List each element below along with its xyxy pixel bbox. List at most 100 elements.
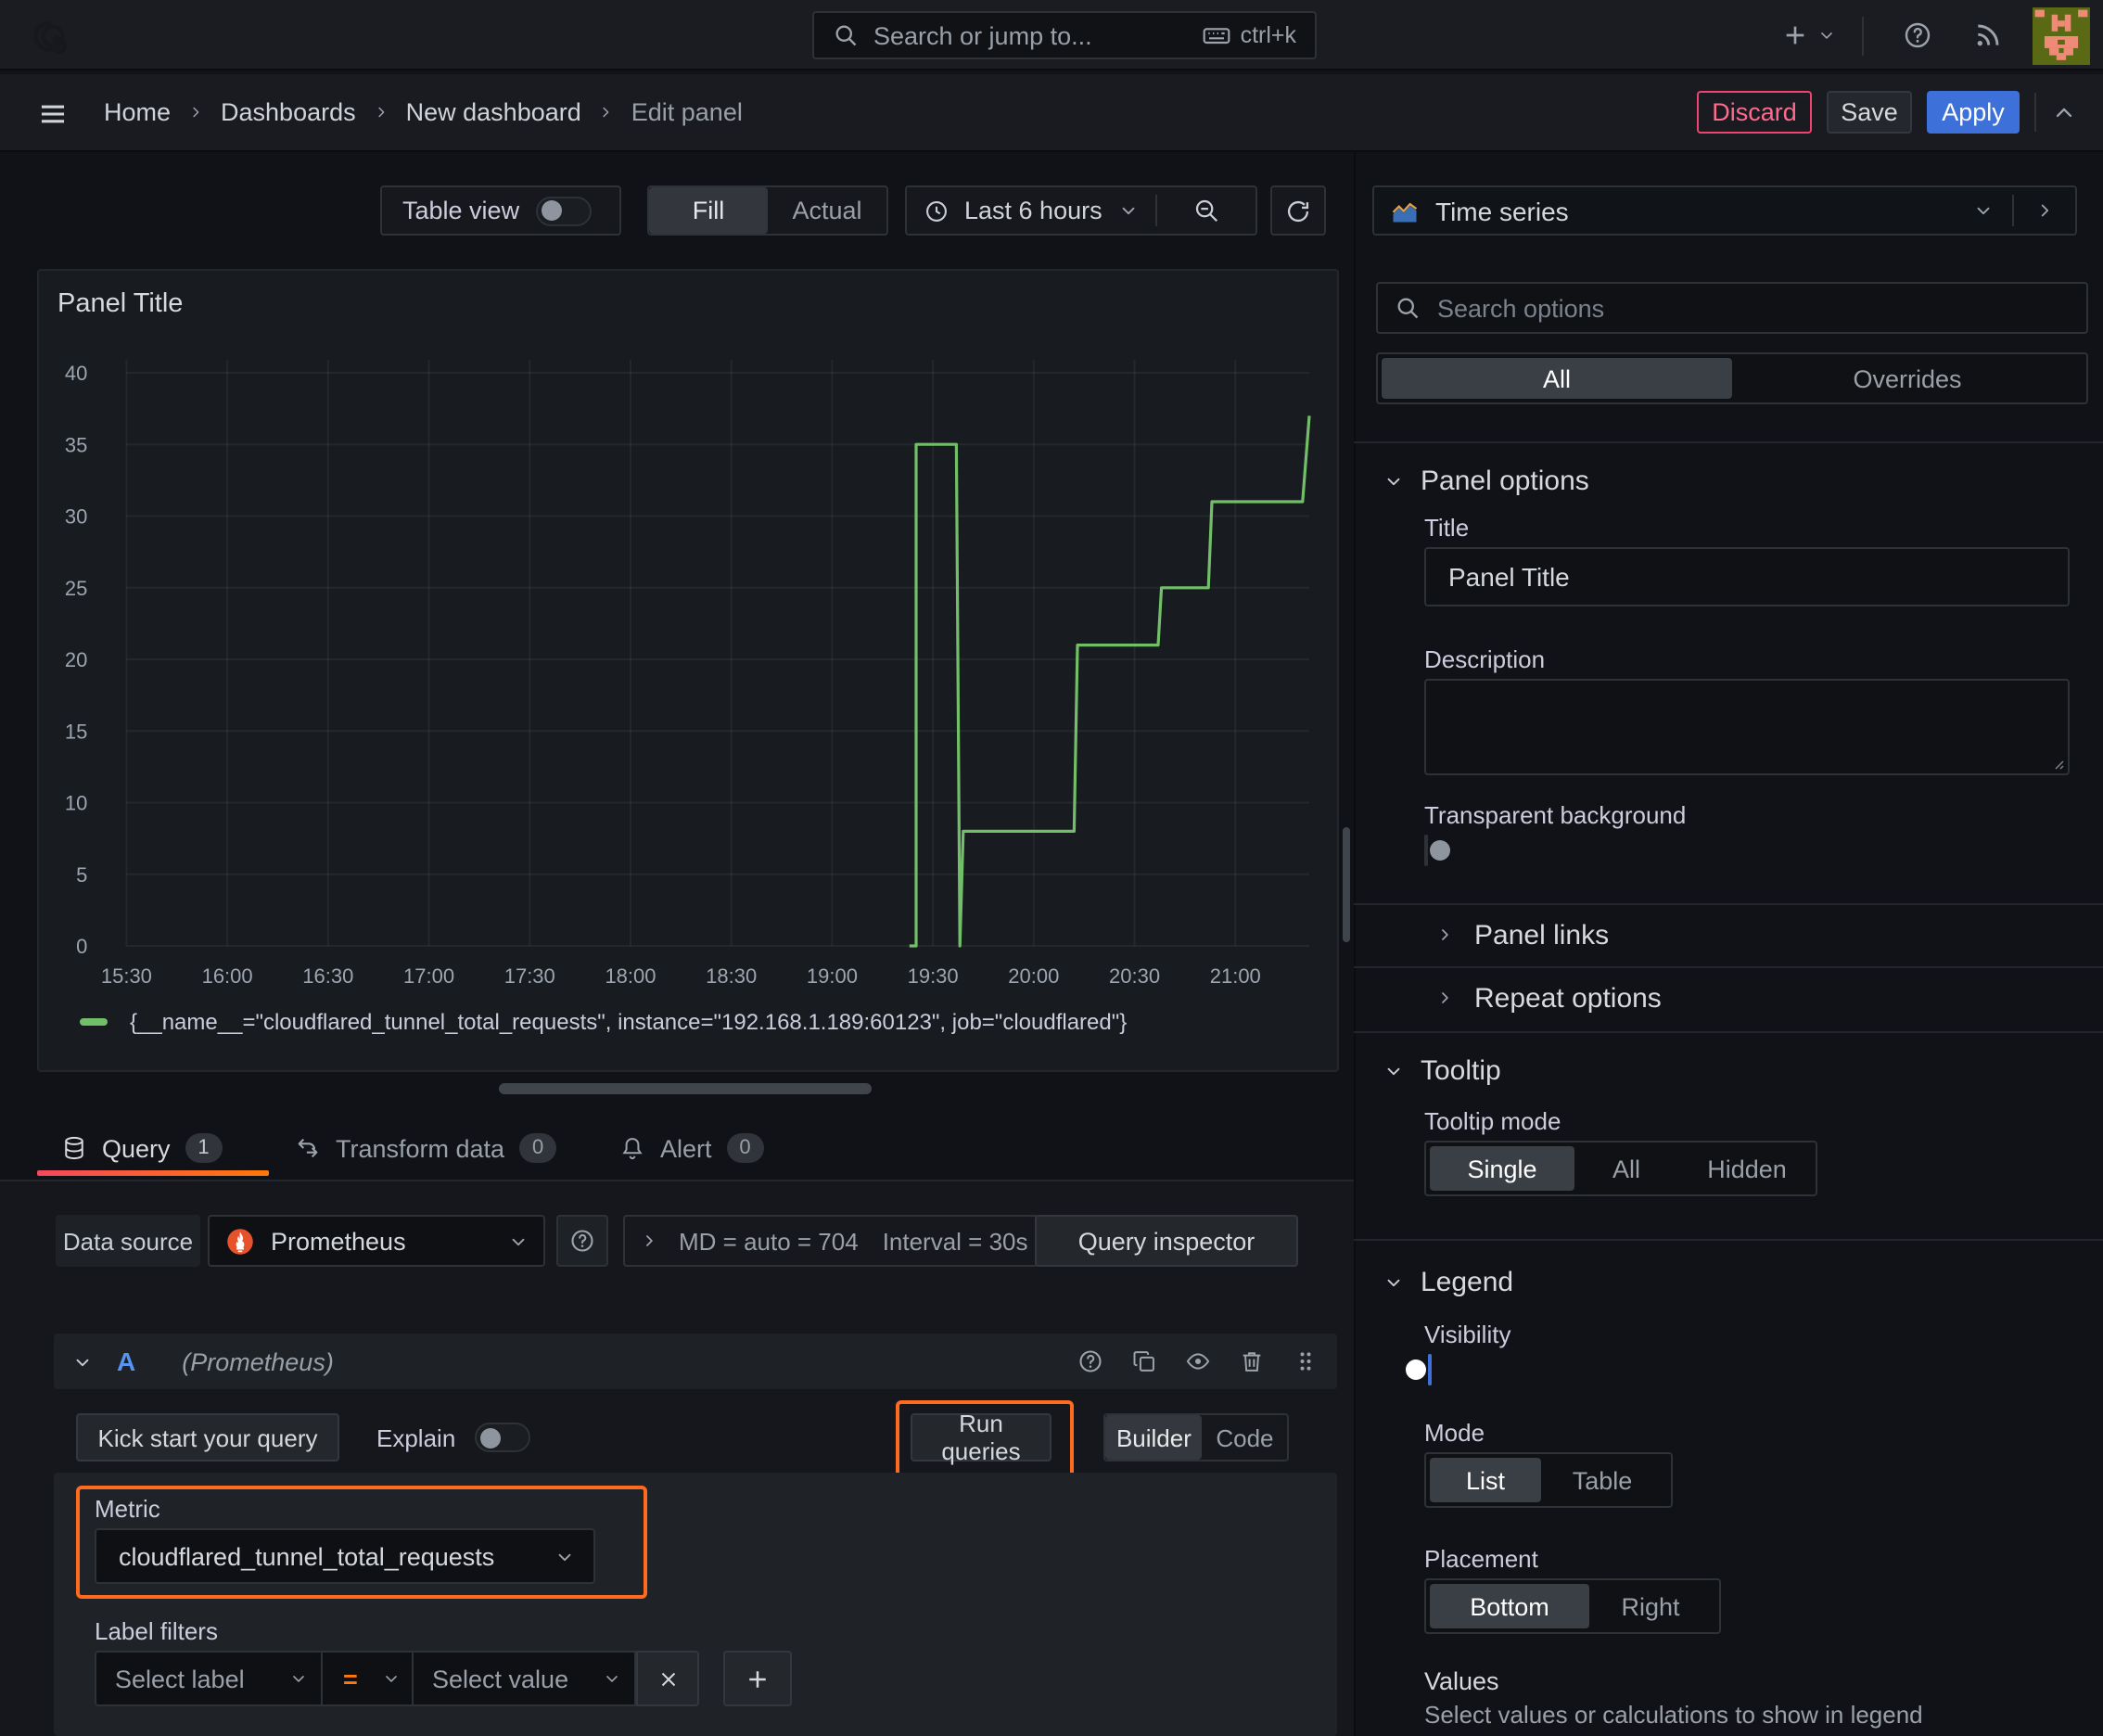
datasource-label: Data source — [62, 1227, 194, 1255]
legend-placement-bottom[interactable]: Bottom — [1430, 1584, 1589, 1628]
tooltip-mode-single[interactable]: Single — [1430, 1146, 1574, 1191]
table-view-toggle[interactable] — [536, 196, 593, 225]
tab-transform-data[interactable]: Transform data 0 — [295, 1124, 557, 1172]
select-label-dropdown[interactable]: Select label — [95, 1651, 323, 1706]
zoom-out-button[interactable] — [1158, 187, 1255, 234]
tooltip-mode-label: Tooltip mode — [1424, 1107, 1561, 1135]
panel-resize-handle[interactable] — [499, 1083, 872, 1094]
select-value-dropdown[interactable]: Select value — [414, 1651, 636, 1706]
query-options-collapsed[interactable]: MD = auto = 704 Interval = 30s — [623, 1215, 1039, 1267]
panel-options-title: Panel options — [1421, 465, 1589, 496]
chart-legend[interactable]: {__name__="cloudflared_tunnel_total_requ… — [80, 1009, 1127, 1035]
tooltip-mode-hidden[interactable]: Hidden — [1678, 1146, 1816, 1191]
fill-option[interactable]: Fill — [649, 187, 768, 234]
delete-query-icon[interactable] — [1239, 1348, 1265, 1374]
metric-value: cloudflared_tunnel_total_requests — [119, 1542, 495, 1570]
collapse-options-button[interactable] — [2014, 187, 2075, 234]
time-range-picker[interactable]: Last 6 hours — [964, 197, 1102, 224]
tab-query-label: Query — [102, 1134, 171, 1162]
news-feed-button[interactable] — [1973, 20, 2003, 50]
zoom-out-icon — [1192, 197, 1220, 224]
legend-placement-right[interactable]: Right — [1589, 1584, 1712, 1628]
help-button[interactable] — [1903, 20, 1932, 50]
transparent-background-toggle[interactable] — [1424, 835, 1450, 866]
breadcrumb-bar: Home Dashboards New dashboard Edit panel… — [0, 74, 2103, 152]
breadcrumb-dashboards[interactable]: Dashboards — [221, 98, 356, 126]
legend-mode-table[interactable]: Table — [1541, 1458, 1663, 1502]
grafana-logo-icon[interactable] — [26, 13, 72, 59]
breadcrumb-new-dashboard[interactable]: New dashboard — [406, 98, 581, 126]
search-options-input[interactable]: Search options — [1376, 282, 2088, 334]
main-scrollbar[interactable] — [1343, 827, 1350, 942]
tab-query[interactable]: Query 1 — [61, 1124, 223, 1172]
grafana-edit-panel-page: Search or jump to... ctrl+k Home Dashboa… — [0, 0, 2103, 1736]
explain-toggle[interactable] — [474, 1423, 530, 1452]
apply-button[interactable]: Apply — [1927, 91, 2020, 134]
legend-series-label[interactable]: {__name__="cloudflared_tunnel_total_requ… — [130, 1009, 1127, 1035]
add-menu-button[interactable] — [1780, 20, 1836, 50]
toggle-visibility-icon[interactable] — [1185, 1348, 1211, 1374]
avatar[interactable] — [2033, 7, 2090, 65]
section-panel-options[interactable]: Panel options — [1383, 464, 1589, 497]
time-series-chart[interactable]: 15:30 16:00 16:30 17:00 17:30 18:00 18:30 19:00… — [39, 352, 1341, 1013]
query-inspector-button[interactable]: Query inspector — [1035, 1215, 1298, 1267]
builder-code-switch: Builder Code — [1103, 1413, 1289, 1462]
code-option[interactable]: Code — [1203, 1415, 1287, 1460]
datasource-picker[interactable]: Prometheus — [208, 1215, 545, 1267]
section-panel-links[interactable]: Panel links — [1435, 918, 1609, 951]
legend-mode-list[interactable]: List — [1430, 1458, 1541, 1502]
tabs-divider — [0, 1180, 1354, 1181]
section-tooltip[interactable]: Tooltip — [1383, 1053, 1501, 1087]
section-legend[interactable]: Legend — [1383, 1265, 1513, 1298]
legend-visibility-toggle[interactable] — [1406, 1354, 1432, 1385]
x-tick-label: 15:30 — [101, 964, 152, 988]
transform-icon — [295, 1135, 321, 1161]
section-repeat-options[interactable]: Repeat options — [1435, 981, 1662, 1015]
drag-handle-icon[interactable] — [1293, 1348, 1319, 1374]
database-icon — [61, 1135, 87, 1161]
visualization-picker[interactable]: Time series — [1372, 185, 2077, 236]
metric-select[interactable]: cloudflared_tunnel_total_requests — [95, 1528, 595, 1584]
x-tick-label: 18:00 — [605, 964, 656, 988]
query-editor-card: Metric cloudflared_tunnel_total_requests… — [54, 1473, 1337, 1736]
tab-overrides[interactable]: Overrides — [1732, 358, 2083, 399]
operator-dropdown[interactable]: = — [323, 1651, 414, 1706]
datasource-help-button[interactable] — [556, 1215, 608, 1267]
query-help-icon[interactable] — [1077, 1348, 1103, 1374]
chevron-right-icon — [187, 104, 204, 121]
datasource-label-chip: Data source — [56, 1215, 200, 1267]
select-label-placeholder: Select label — [115, 1665, 245, 1692]
tab-all[interactable]: All — [1382, 358, 1732, 399]
x-tick-label: 16:00 — [202, 964, 253, 988]
breadcrumb-home[interactable]: Home — [104, 98, 171, 126]
query-row-header[interactable]: A (Prometheus) — [54, 1334, 1337, 1389]
duplicate-query-icon[interactable] — [1131, 1348, 1157, 1374]
panel-title[interactable]: Panel Title — [57, 289, 183, 319]
panel-links-title: Panel links — [1474, 919, 1610, 951]
plus-icon — [1780, 20, 1810, 50]
divider — [1354, 441, 2103, 443]
resize-handle-icon[interactable] — [2044, 749, 2066, 772]
description-textarea[interactable] — [1424, 679, 2070, 775]
select-value-placeholder: Select value — [432, 1665, 569, 1692]
chevron-down-icon[interactable] — [72, 1351, 93, 1372]
builder-option[interactable]: Builder — [1105, 1415, 1203, 1460]
topbar-divider — [1862, 17, 1864, 56]
actual-option[interactable]: Actual — [768, 187, 886, 234]
run-queries-button[interactable]: Run queries — [911, 1410, 1052, 1465]
keyboard-icon — [1202, 20, 1231, 50]
tooltip-mode-all[interactable]: All — [1574, 1146, 1678, 1191]
kick-start-query-button[interactable]: Kick start your query — [76, 1413, 339, 1462]
global-search-input[interactable]: Search or jump to... ctrl+k — [812, 11, 1317, 59]
hamburger-menu-icon[interactable] — [37, 98, 69, 130]
refresh-button[interactable] — [1270, 185, 1326, 236]
remove-filter-button[interactable] — [636, 1651, 699, 1706]
collapse-pane-button[interactable] — [2051, 99, 2077, 125]
discard-label: Discard — [1712, 98, 1797, 126]
chevron-right-icon — [2034, 200, 2055, 221]
add-filter-button[interactable] — [723, 1651, 792, 1706]
tab-alert[interactable]: Alert 0 — [619, 1124, 764, 1172]
save-button[interactable]: Save — [1827, 91, 1912, 134]
discard-button[interactable]: Discard — [1697, 91, 1812, 134]
panel-title-input[interactable]: Panel Title — [1424, 547, 2070, 606]
